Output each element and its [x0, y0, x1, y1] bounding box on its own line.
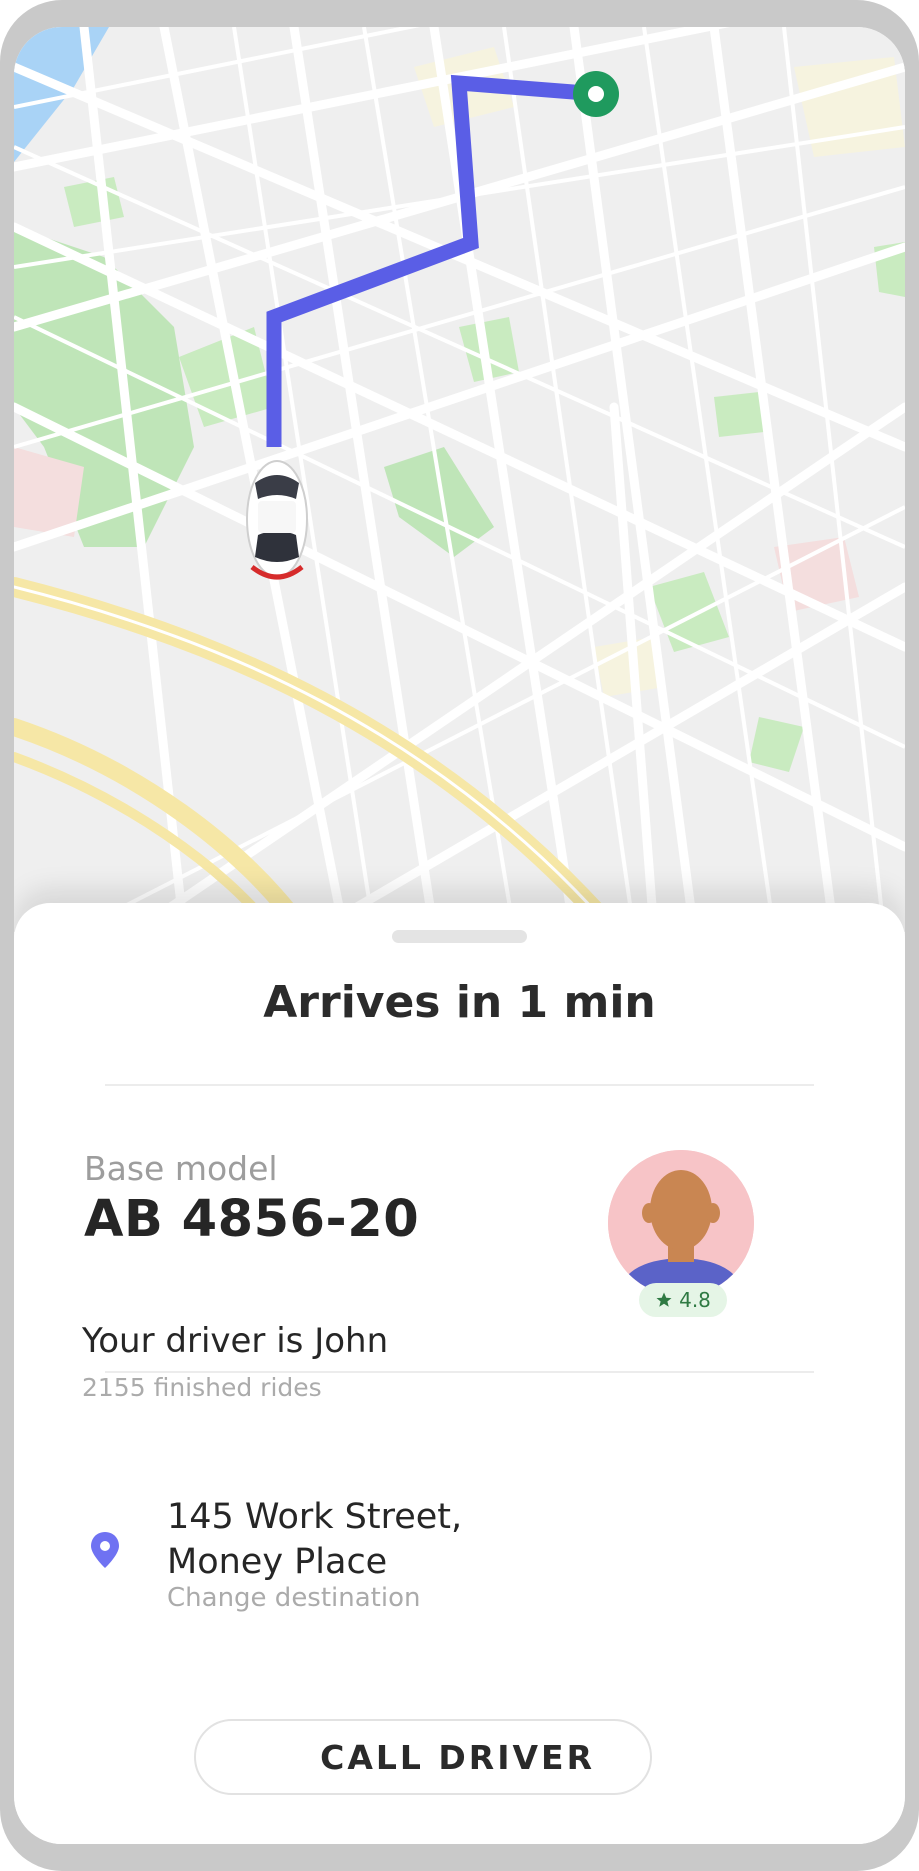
car-model-label: Base model: [84, 1149, 278, 1188]
rating-value: 4.8: [679, 1288, 711, 1312]
map-view[interactable]: [14, 27, 905, 932]
call-driver-button[interactable]: CALL DRIVER: [194, 1719, 652, 1795]
license-plate: AB 4856-20: [84, 1190, 420, 1249]
finished-rides-count: 2155 finished rides: [82, 1373, 322, 1402]
address-line-1: 145 Work Street,: [167, 1497, 463, 1537]
divider: [105, 1371, 814, 1373]
app-screen: Arrives in 1 min Base model AB 4856-20 4…: [14, 27, 905, 1844]
destination-address: 145 Work Street, Money Place: [167, 1495, 462, 1585]
destination-marker-icon: [573, 71, 619, 117]
driver-name: Your driver is John: [82, 1321, 389, 1361]
star-icon: [656, 1292, 672, 1307]
car-icon: [246, 460, 308, 580]
driver-rating-badge: 4.8: [639, 1283, 727, 1317]
phone-frame: Arrives in 1 min Base model AB 4856-20 4…: [0, 0, 919, 1871]
divider: [105, 1084, 814, 1086]
sheet-drag-handle[interactable]: [392, 930, 527, 943]
ride-details-sheet: Arrives in 1 min Base model AB 4856-20 4…: [14, 903, 905, 1844]
address-line-2: Money Place: [167, 1542, 388, 1582]
location-pin-icon: [90, 1531, 120, 1569]
change-destination-link[interactable]: Change destination: [167, 1583, 421, 1613]
person-icon: [608, 1150, 754, 1296]
driver-avatar[interactable]: [608, 1150, 754, 1296]
eta-title: Arrives in 1 min: [263, 977, 656, 1028]
map-canvas: [14, 27, 905, 932]
